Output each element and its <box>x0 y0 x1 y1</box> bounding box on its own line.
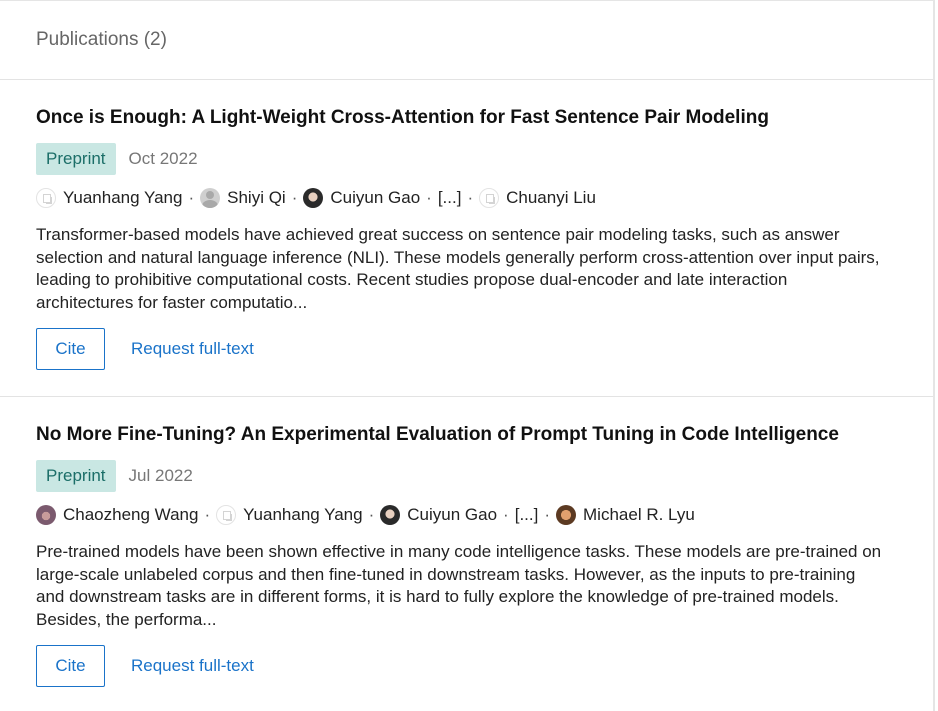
author-list: Chaozheng Wang · Yuanhang Yang · Cuiyun … <box>36 504 897 526</box>
author-name: Chaozheng Wang <box>63 505 199 524</box>
author-name: Cuiyun Gao <box>407 505 498 524</box>
author-separator: · <box>291 188 298 207</box>
author-separator: · <box>503 505 509 524</box>
publication-abstract: Pre-trained models have been shown effec… <box>36 542 882 629</box>
publication-meta: Preprint Jul 2022 <box>36 460 897 492</box>
publication-actions: Cite Request full-text <box>36 328 897 370</box>
publications-count-title: Publications (2) <box>36 29 167 50</box>
publications-header: Publications (2) <box>0 1 933 80</box>
author-photo-avatar <box>556 505 577 525</box>
author-separator: · <box>204 505 211 524</box>
author-name: Chuanyi Liu <box>506 188 596 207</box>
placeholder-avatar-icon <box>216 505 237 525</box>
publication-type-badge: Preprint <box>36 143 116 175</box>
publications-panel: Publications (2) Once is Enough: A Light… <box>0 0 935 711</box>
author-photo-avatar <box>380 505 401 525</box>
request-full-text-link[interactable]: Request full-text <box>131 339 254 359</box>
publication-abstract: Transformer-based models have achieved g… <box>36 225 880 312</box>
author-list: Yuanhang Yang · Shiyi Qi · Cuiyun Gao · … <box>36 187 897 209</box>
author-separator: · <box>544 505 551 524</box>
publication-title[interactable]: No More Fine-Tuning? An Experimental Eva… <box>36 423 897 447</box>
author-name: Michael R. Lyu <box>583 505 695 524</box>
placeholder-avatar-icon <box>36 188 56 208</box>
author-item[interactable]: Michael R. Lyu <box>556 505 695 525</box>
more-authors-toggle[interactable]: [...] <box>515 505 539 525</box>
placeholder-avatar-icon <box>479 188 500 208</box>
publication-actions: Cite Request full-text <box>36 645 897 687</box>
cite-button[interactable]: Cite <box>36 645 105 687</box>
generic-person-avatar-icon <box>200 188 221 208</box>
author-name: Yuanhang Yang <box>63 188 183 207</box>
publication-item: Once is Enough: A Light-Weight Cross-Att… <box>0 80 933 397</box>
cite-button[interactable]: Cite <box>36 328 105 370</box>
author-separator: · <box>426 188 432 207</box>
author-item[interactable]: Shiyi Qi <box>200 188 286 208</box>
author-name: Yuanhang Yang <box>243 505 363 524</box>
publication-date: Oct 2022 <box>128 149 198 168</box>
author-separator: · <box>467 188 474 207</box>
publication-type-badge: Preprint <box>36 460 116 492</box>
author-item[interactable]: Cuiyun Gao <box>303 188 420 208</box>
author-item[interactable]: Yuanhang Yang <box>36 188 182 208</box>
author-item[interactable]: Chaozheng Wang <box>36 505 198 525</box>
publication-item: No More Fine-Tuning? An Experimental Eva… <box>0 397 933 687</box>
author-separator: · <box>368 505 375 524</box>
author-photo-avatar <box>303 188 324 208</box>
author-item[interactable]: Cuiyun Gao <box>380 505 497 525</box>
author-photo-avatar <box>36 505 56 525</box>
more-authors-toggle[interactable]: [...] <box>438 188 462 208</box>
author-item[interactable]: Chuanyi Liu <box>479 188 596 208</box>
publication-meta: Preprint Oct 2022 <box>36 143 897 175</box>
author-name: Cuiyun Gao <box>330 188 421 207</box>
author-item[interactable]: Yuanhang Yang <box>216 505 363 525</box>
author-separator: · <box>188 188 195 207</box>
request-full-text-link[interactable]: Request full-text <box>131 656 254 676</box>
publication-title[interactable]: Once is Enough: A Light-Weight Cross-Att… <box>36 106 897 130</box>
author-name: Shiyi Qi <box>227 188 286 207</box>
publication-date: Jul 2022 <box>128 466 193 485</box>
